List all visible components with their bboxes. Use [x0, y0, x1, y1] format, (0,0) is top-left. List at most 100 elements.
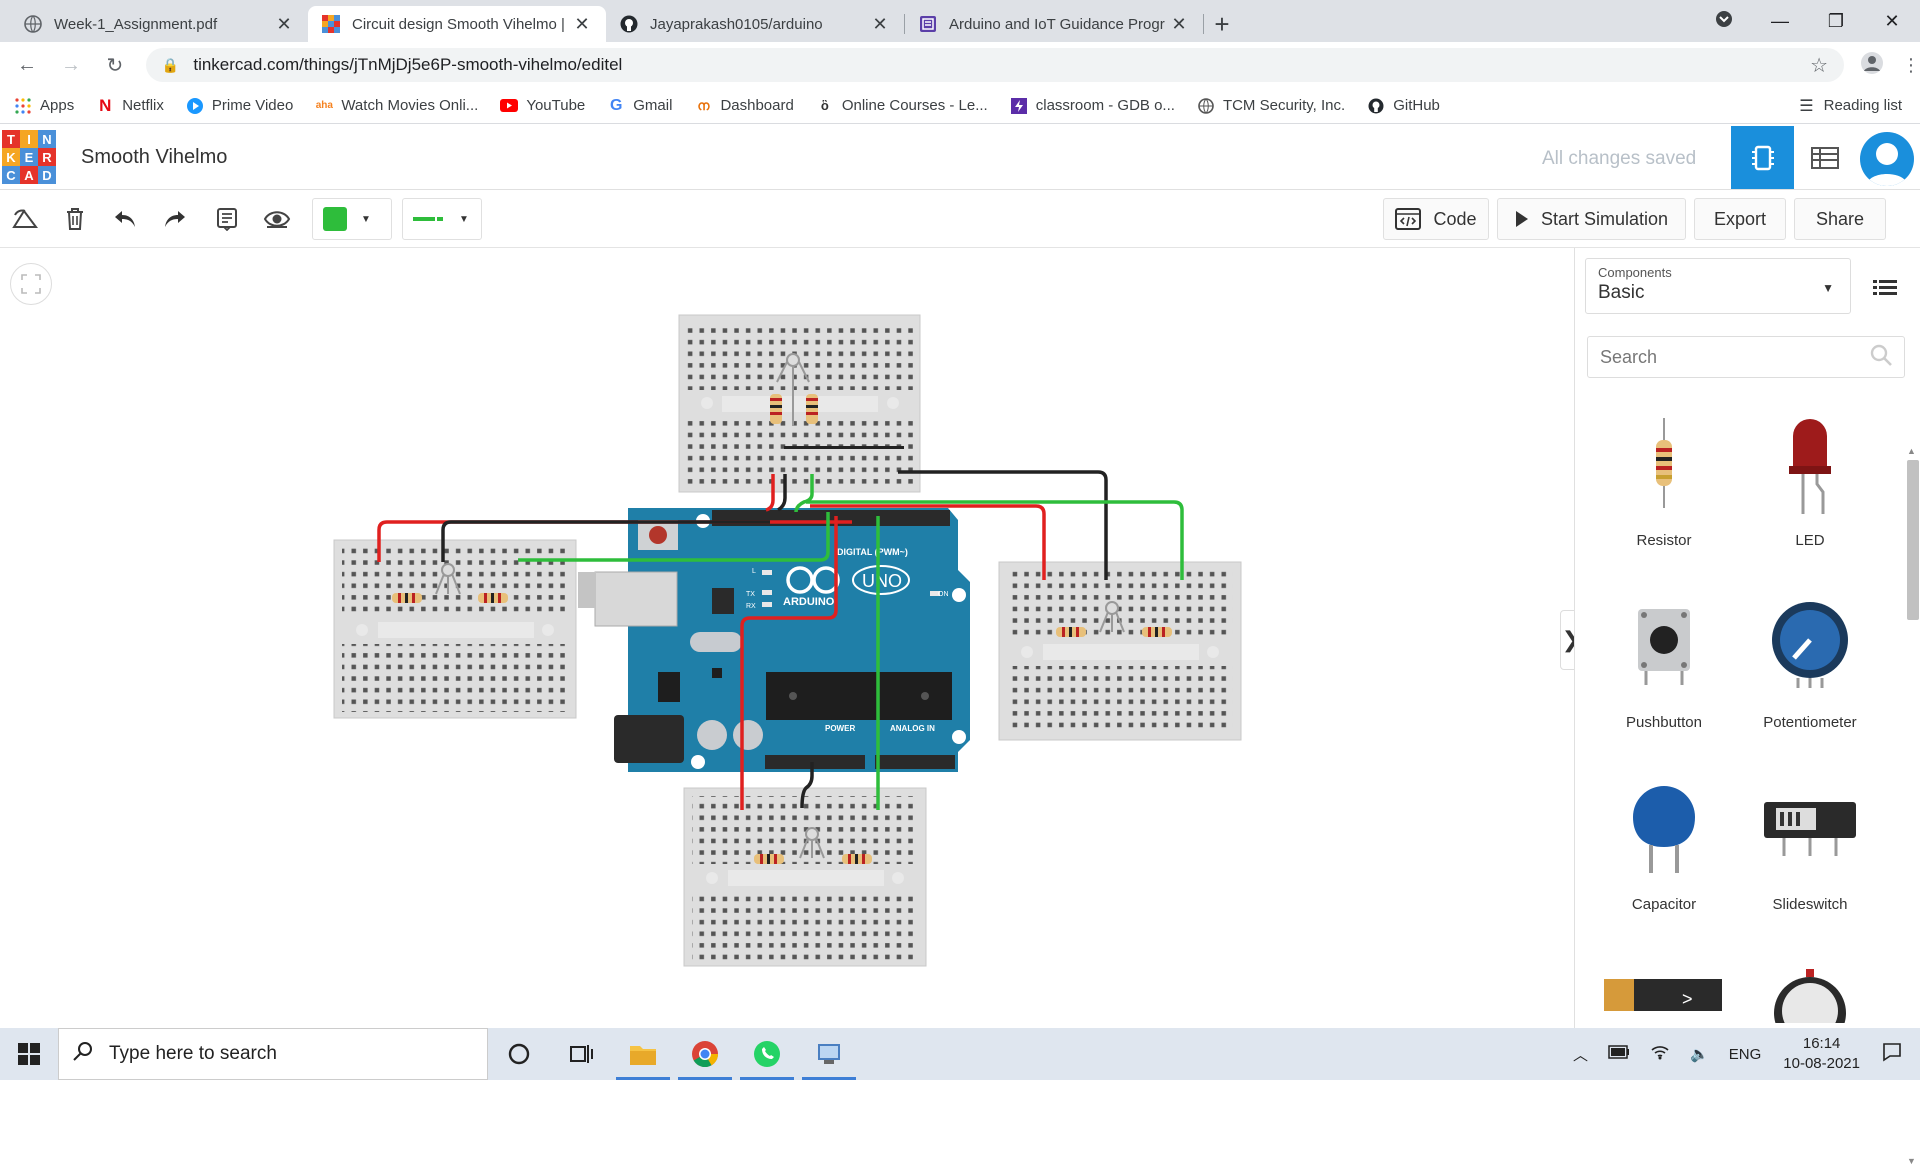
start-simulation-button[interactable]: Start Simulation — [1497, 198, 1686, 240]
share-button[interactable]: Share — [1794, 198, 1886, 240]
bookmark-star-icon[interactable]: ☆ — [1810, 53, 1828, 78]
component-coin-battery-partial[interactable] — [1737, 943, 1883, 1028]
resistor-bottom-1[interactable] — [754, 854, 784, 864]
component-capacitor[interactable]: Capacitor — [1591, 762, 1737, 913]
show-hidden-icons[interactable]: ︿ — [1573, 1044, 1588, 1065]
close-tab-icon[interactable]: ✕ — [572, 14, 592, 35]
file-explorer-app[interactable] — [612, 1028, 674, 1080]
visibility-button[interactable] — [262, 204, 292, 234]
reading-list[interactable]: ☰ Reading list — [1799, 96, 1902, 116]
bookmark-netflix[interactable]: N Netflix — [96, 96, 164, 115]
taskbar-search-input[interactable]: Type here to search — [58, 1028, 488, 1080]
wire-color-dropdown[interactable]: ▼ — [312, 198, 392, 240]
wire-type-dropdown[interactable]: ▼ — [402, 198, 482, 240]
power-label: POWER — [825, 724, 855, 733]
notes-button[interactable] — [212, 204, 242, 234]
resistor-top-left[interactable] — [770, 394, 782, 424]
bookmark-courses[interactable]: ὃ Online Courses - Le... — [816, 97, 988, 115]
bookmark-classroom[interactable]: classroom - GDB o... — [1010, 97, 1175, 115]
cortana-button[interactable] — [488, 1028, 550, 1080]
component-list-view-button[interactable] — [1794, 126, 1856, 189]
export-button[interactable]: Export — [1694, 198, 1786, 240]
components-category-select[interactable]: Components Basic ▼ — [1585, 258, 1851, 314]
bookmark-movies[interactable]: aha Watch Movies Onli... — [315, 97, 479, 115]
scrollbar-thumb[interactable] — [1907, 460, 1919, 620]
list-view-button[interactable] — [1865, 268, 1905, 308]
component-potentiometer[interactable]: Potentiometer — [1737, 580, 1883, 731]
bookmark-prime-video[interactable]: Prime Video — [186, 97, 293, 115]
component-battery-partial[interactable]: > — [1591, 943, 1737, 1028]
component-resistor[interactable]: Resistor — [1591, 398, 1737, 549]
resistor-right-1[interactable] — [1056, 627, 1086, 637]
close-tab-icon[interactable]: ✕ — [870, 14, 890, 35]
bookmark-tcm[interactable]: TCM Security, Inc. — [1197, 97, 1345, 115]
url-input[interactable]: 🔒 tinkercad.com/things/jTnMjDj5e6P-smoot… — [145, 48, 1845, 82]
code-button[interactable]: Code — [1383, 198, 1489, 240]
control-panel-app[interactable] — [798, 1028, 860, 1080]
component-pushbutton[interactable]: Pushbutton — [1591, 580, 1737, 731]
profile-icon[interactable] — [1860, 51, 1884, 80]
panel-scrollbar[interactable]: ▲ ▼ — [1903, 398, 1920, 1166]
circuit-canvas[interactable]: ARDUINO UNO DIGITAL (PWM~) POWER ANALOG … — [0, 248, 1574, 1028]
close-window-button[interactable]: ✕ — [1864, 11, 1920, 32]
rotate-button[interactable] — [10, 204, 40, 234]
delete-button[interactable] — [60, 204, 90, 234]
maximize-button[interactable]: ❐ — [1808, 11, 1864, 32]
whatsapp-app[interactable] — [736, 1028, 798, 1080]
bookmark-apps[interactable]: Apps — [14, 97, 74, 115]
language-indicator[interactable]: ENG — [1729, 1046, 1762, 1063]
bookmark-gmail[interactable]: G Gmail — [607, 97, 672, 115]
wifi-icon[interactable] — [1650, 1044, 1670, 1064]
tab-arduino-iot[interactable]: Arduino and IoT Guidance Progr ✕ — [905, 6, 1203, 42]
close-tab-icon[interactable]: ✕ — [1169, 14, 1189, 35]
new-tab-button[interactable]: + — [1204, 6, 1240, 42]
start-button[interactable] — [0, 1028, 58, 1080]
component-search-input[interactable]: Search — [1587, 336, 1905, 378]
bookmark-github[interactable]: GitHub — [1367, 97, 1440, 115]
minimize-button[interactable]: — — [1752, 11, 1808, 32]
tab-week1-pdf[interactable]: Week-1_Assignment.pdf ✕ — [10, 6, 308, 42]
tab-search-icon[interactable] — [1696, 10, 1752, 33]
bookmark-label: GitHub — [1393, 97, 1440, 114]
arduino-uno-board[interactable]: ARDUINO UNO DIGITAL (PWM~) POWER ANALOG … — [578, 508, 970, 772]
resistor-top-right[interactable] — [806, 394, 818, 424]
tab-title: Circuit design Smooth Vihelmo | — [352, 15, 565, 33]
chrome-app[interactable] — [674, 1028, 736, 1080]
scroll-down-icon[interactable]: ▼ — [1907, 1156, 1916, 1166]
tab-github[interactable]: Jayaprakash0105/arduino ✕ — [606, 6, 904, 42]
breadboard-left[interactable] — [333, 539, 577, 719]
window-controls: — ❐ ✕ — [1696, 0, 1920, 42]
bookmark-dashboard[interactable]: ന Dashboard — [694, 97, 793, 115]
component-name: Potentiometer — [1763, 714, 1857, 731]
component-slideswitch[interactable]: Slideswitch — [1737, 762, 1883, 913]
scroll-up-icon[interactable]: ▲ — [1907, 446, 1916, 456]
bookmarks-bar: Apps N Netflix Prime Video aha Watch Movie… — [0, 88, 1920, 124]
notifications-icon[interactable] — [1882, 1042, 1902, 1066]
back-button[interactable]: ← — [10, 48, 44, 82]
tab-tinkercad[interactable]: Circuit design Smooth Vihelmo | ✕ — [308, 6, 606, 42]
battery-icon[interactable] — [1608, 1045, 1630, 1063]
reload-button[interactable]: ↻ — [98, 48, 132, 82]
resistor-bottom-2[interactable] — [842, 854, 872, 864]
resistor-left-1[interactable] — [392, 593, 422, 603]
user-avatar[interactable] — [1860, 132, 1914, 186]
breadboard-bottom[interactable] — [683, 787, 927, 967]
component-led[interactable]: LED — [1737, 398, 1883, 549]
circuit-view-button[interactable] — [1731, 126, 1794, 189]
redo-button[interactable] — [160, 204, 190, 234]
resistor-left-2[interactable] — [478, 593, 508, 603]
breadboard-right[interactable] — [998, 561, 1242, 741]
menu-kebab-icon[interactable]: ⋮ — [1902, 55, 1920, 76]
volume-icon[interactable]: 🔈 — [1690, 1045, 1709, 1063]
forward-button[interactable]: → — [54, 48, 88, 82]
bookmark-youtube[interactable]: YouTube — [500, 97, 585, 115]
clock[interactable]: 16:14 10-08-2021 — [1783, 1034, 1860, 1074]
design-title[interactable]: Smooth Vihelmo — [81, 146, 227, 169]
breadboard-top[interactable] — [678, 314, 921, 493]
resistor-right-2[interactable] — [1142, 627, 1172, 637]
tinkercad-logo[interactable]: TINKERCAD — [2, 130, 56, 184]
task-view-button[interactable] — [550, 1028, 612, 1080]
black-jumper-top — [784, 446, 904, 449]
close-tab-icon[interactable]: ✕ — [274, 14, 294, 35]
undo-button[interactable] — [110, 204, 140, 234]
